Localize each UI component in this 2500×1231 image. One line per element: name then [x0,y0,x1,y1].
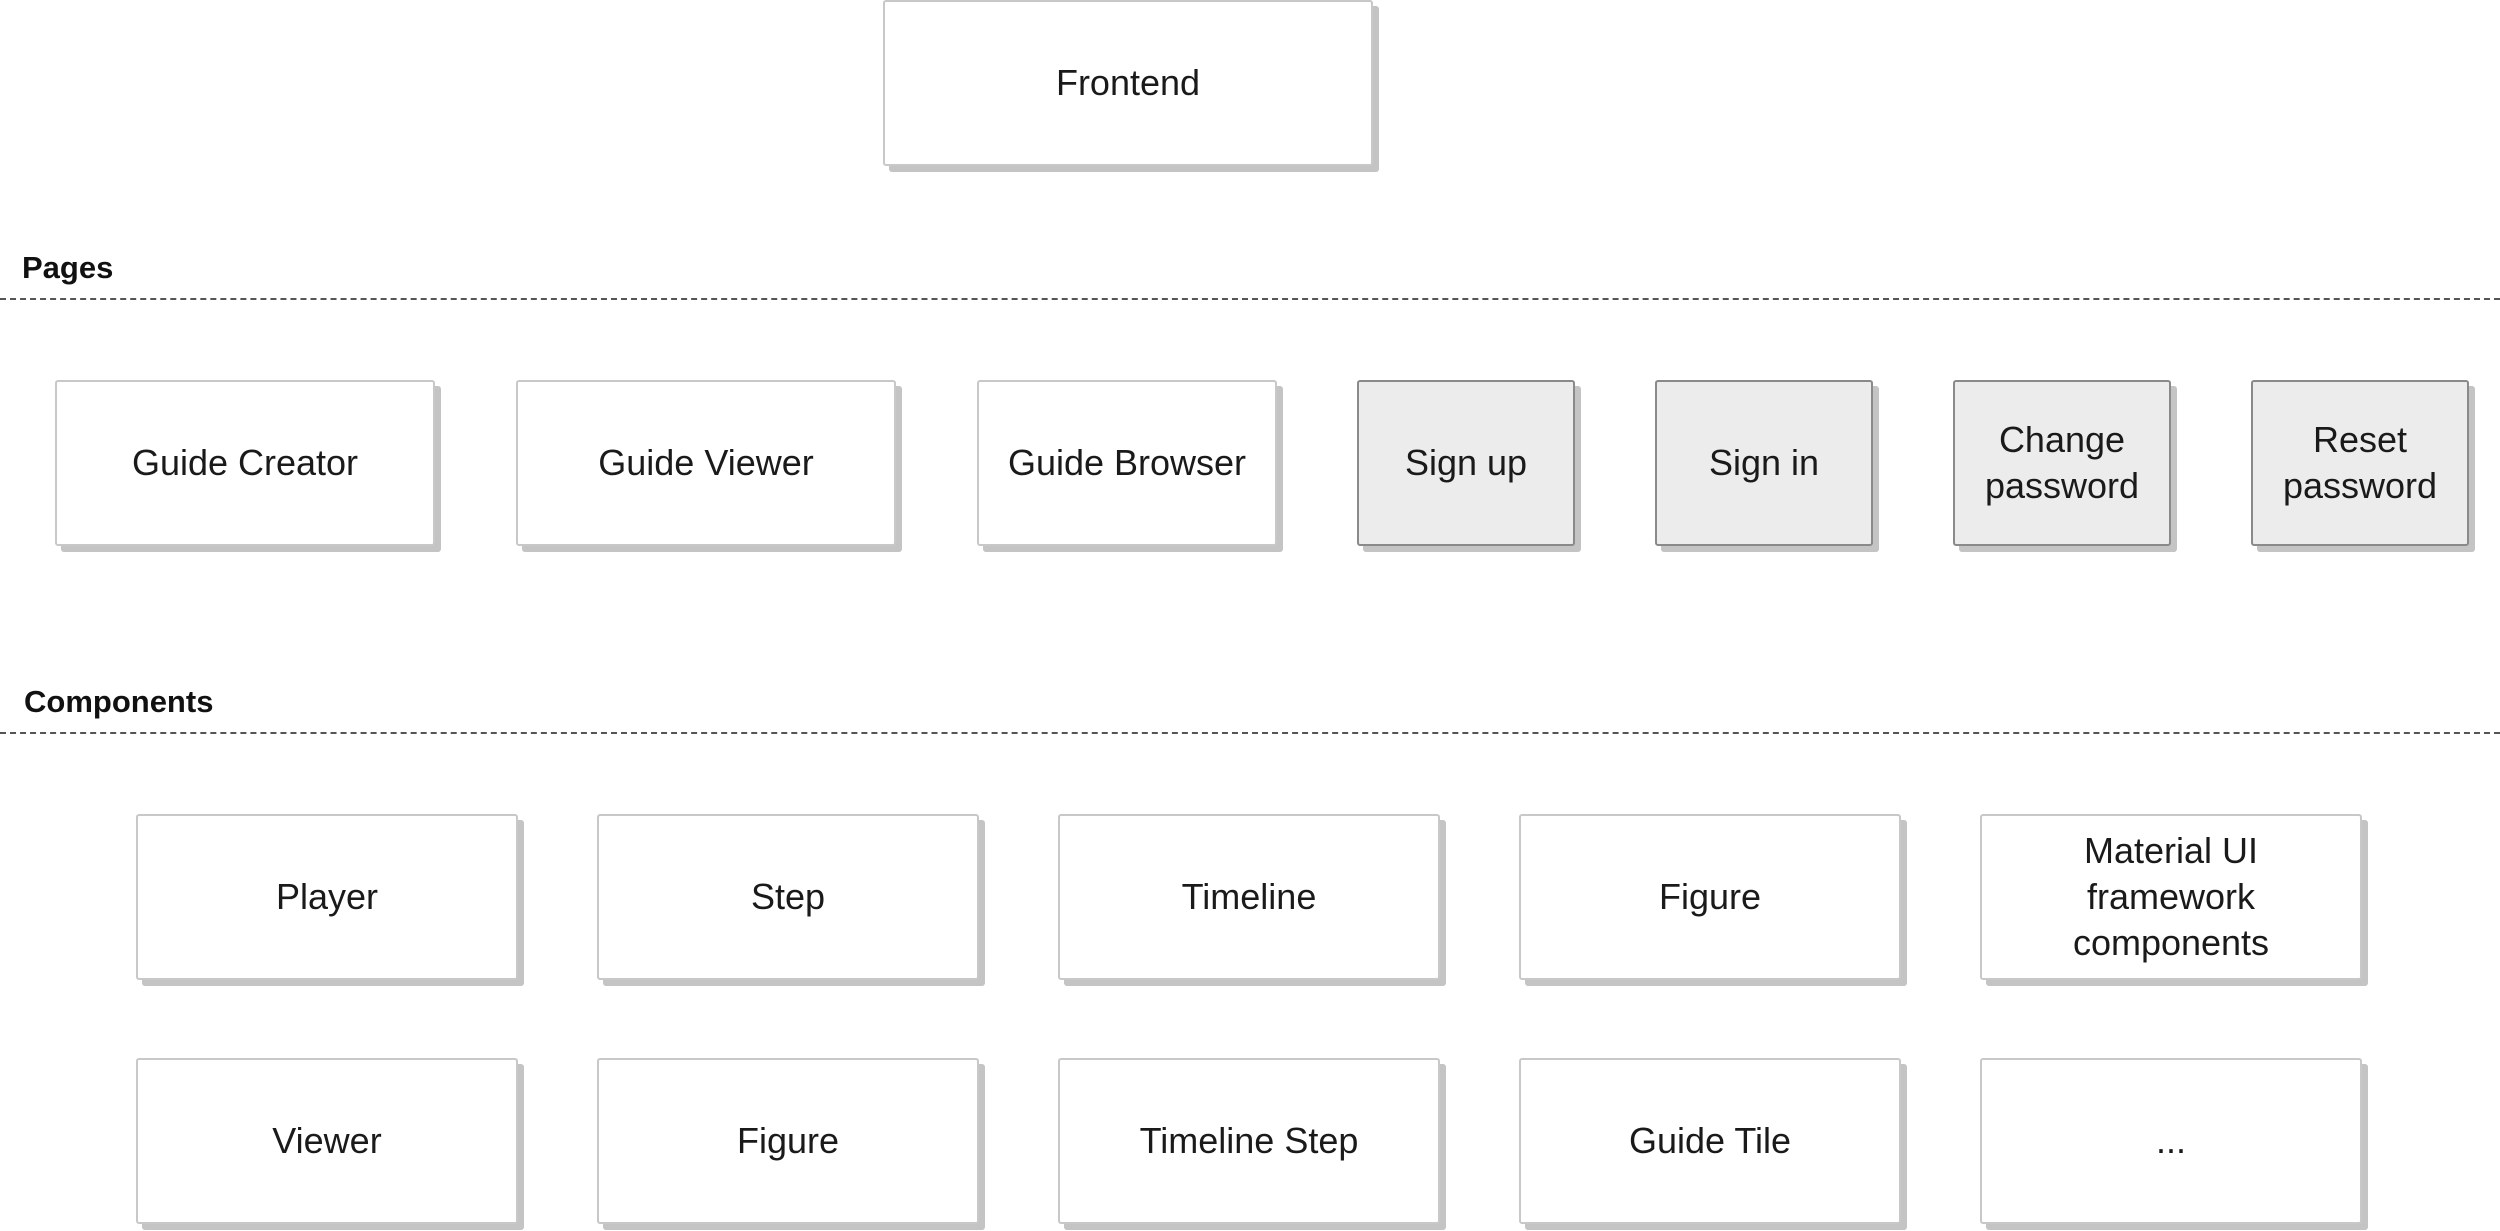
page-node-label: Guide Creator [131,442,359,483]
page-node-guide-browser: Guide Browser [977,380,1277,546]
page-node-sign-in: Sign in [1655,380,1873,546]
page-node-label: Change password [1984,419,2140,506]
component-node-label: Figure [736,1120,840,1161]
component-node-label: Viewer [272,1120,382,1161]
component-node-ellipsis: ... [1980,1058,2362,1224]
page-node-guide-creator: Guide Creator [55,380,435,546]
component-node-guide-tile: Guide Tile [1519,1058,1901,1224]
component-node-label: ... [2155,1120,2186,1161]
component-node-timeline: Timeline [1058,814,1440,980]
component-node-label: Timeline [1181,876,1317,917]
page-node-reset-password: Reset password [2251,380,2469,546]
component-node-label: Timeline Step [1139,1120,1359,1161]
component-node-label: Player [275,876,379,917]
frontend-node: Frontend [883,0,1373,166]
component-node-label: Figure [1658,876,1762,917]
component-node-player: Player [136,814,518,980]
component-node-material-ui: Material UI framework components [1980,814,2362,980]
component-node-label: Guide Tile [1628,1120,1792,1161]
component-node-timeline-step: Timeline Step [1058,1058,1440,1224]
component-node-figure: Figure [1519,814,1901,980]
component-node-label: Step [750,876,826,917]
components-divider [0,732,2500,734]
component-node-step: Step [597,814,979,980]
page-node-label: Sign up [1404,442,1528,483]
page-node-label: Guide Browser [1007,442,1247,483]
page-node-guide-viewer: Guide Viewer [516,380,896,546]
page-node-label: Reset password [2282,419,2438,506]
frontend-label: Frontend [1055,62,1201,103]
components-section-label: Components [24,684,214,719]
page-node-label: Guide Viewer [598,442,814,483]
component-node-label: Material UI framework components [2072,830,2270,963]
component-node-figure-2: Figure [597,1058,979,1224]
pages-divider [0,298,2500,300]
component-node-viewer: Viewer [136,1058,518,1224]
pages-section-label: Pages [22,250,114,285]
page-node-sign-up: Sign up [1357,380,1575,546]
page-node-change-password: Change password [1953,380,2171,546]
page-node-label: Sign in [1708,442,1820,483]
